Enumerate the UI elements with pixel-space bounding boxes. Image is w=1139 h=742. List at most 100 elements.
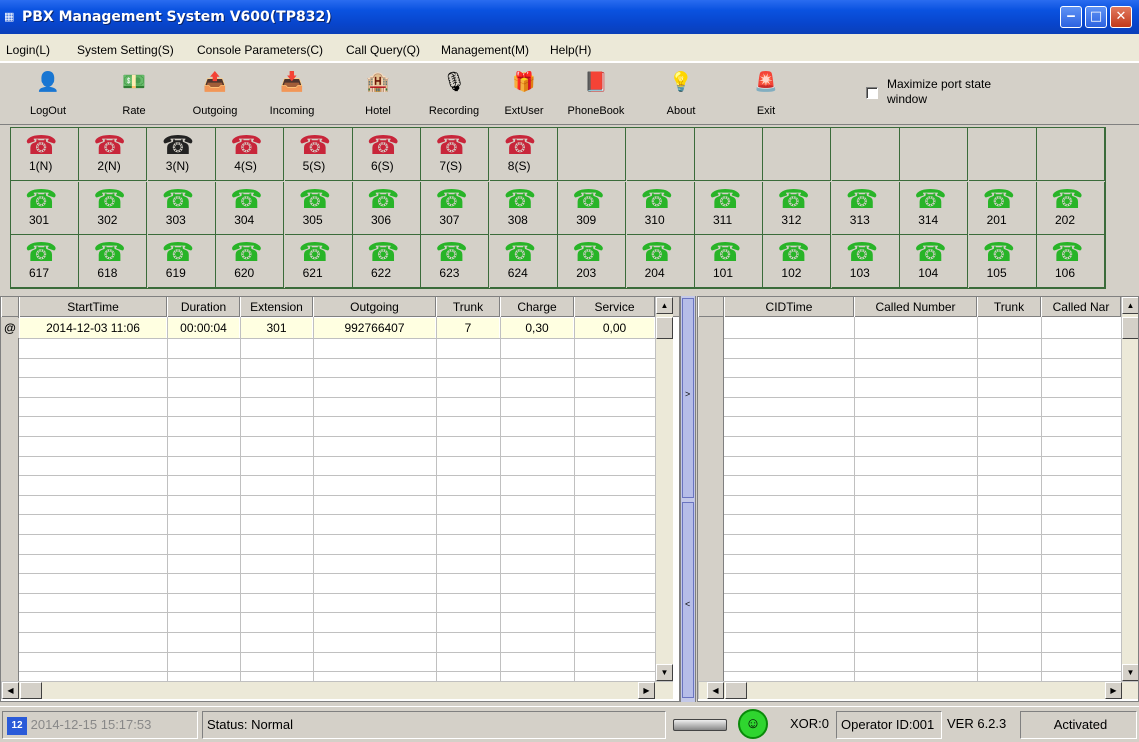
phonebook-button[interactable]: 📕 PhoneBook [561, 67, 631, 123]
outgoing-vscrollbar[interactable]: ▲ ▼ [655, 297, 673, 681]
scroll-right-arrow-icon[interactable]: ▶ [638, 682, 655, 699]
menu-help[interactable]: Help(H) [550, 43, 591, 57]
port-cell[interactable]: ☎ 202 [1037, 181, 1105, 235]
port-cell[interactable]: ☎ 106 [1037, 235, 1105, 288]
port-cell[interactable]: ☎ 618 [79, 235, 148, 288]
port-cell[interactable]: ☎ 624 [489, 235, 558, 288]
maximize-button[interactable]: □ [1085, 6, 1107, 28]
col-trunk[interactable]: Trunk [977, 297, 1041, 317]
port-number: 202 [1055, 212, 1076, 227]
port-cell[interactable]: ☎ 102 [763, 235, 832, 288]
outgoing-hscrollbar[interactable]: ◀ ▶ [1, 681, 673, 699]
port-cell[interactable]: ☎ 103 [831, 235, 900, 288]
menu-system-setting[interactable]: System Setting(S) [77, 43, 174, 57]
hscroll-thumb[interactable] [20, 682, 42, 699]
port-cell[interactable]: ☎ 617 [11, 235, 79, 288]
scroll-thumb[interactable] [1122, 317, 1138, 339]
port-number: 204 [644, 266, 665, 280]
port-cell[interactable]: ☎ 305 [284, 181, 353, 235]
recording-button[interactable]: 🎙 Recording [422, 67, 486, 123]
close-button[interactable]: ✕ [1110, 6, 1132, 28]
scroll-down-arrow-icon[interactable]: ▼ [1122, 664, 1138, 681]
col-charge[interactable]: Charge [500, 297, 574, 317]
port-cell[interactable]: ☎ 304 [216, 181, 285, 235]
incoming-button[interactable]: 📥 Incoming [264, 67, 320, 123]
port-cell[interactable]: ☎ 104 [900, 235, 969, 288]
port-cell[interactable]: ☎ 203 [558, 235, 627, 288]
logout-button[interactable]: 👤 LogOut [28, 67, 68, 123]
col-duration[interactable]: Duration [167, 297, 240, 317]
phone-icon: ☎ [93, 183, 126, 214]
extuser-button[interactable]: 🎁 ExtUser [496, 67, 552, 123]
scroll-down-arrow-icon[interactable]: ▼ [656, 664, 673, 681]
port-cell[interactable]: ☎ 4(S) [216, 128, 285, 181]
port-cell[interactable]: ☎ 623 [421, 235, 490, 288]
col-called-name[interactable]: Called Nar [1041, 297, 1121, 317]
port-cell[interactable]: ☎ 306 [353, 181, 421, 235]
port-cell[interactable]: ☎ 5(S) [284, 128, 353, 181]
outgoing-button[interactable]: 📤 Outgoing [190, 67, 240, 123]
menu-console-parameters[interactable]: Console Parameters(C) [197, 43, 323, 57]
port-cell[interactable]: ☎ 621 [284, 235, 353, 288]
col-extension[interactable]: Extension [240, 297, 313, 317]
port-cell[interactable]: ☎ 619 [147, 235, 216, 288]
port-cell[interactable]: ☎ 303 [147, 181, 216, 235]
scroll-up-arrow-icon[interactable]: ▲ [1122, 297, 1138, 314]
port-cell[interactable]: ☎ 311 [695, 181, 763, 235]
hscroll-thumb[interactable] [725, 682, 747, 699]
grid-row-line [1, 436, 655, 437]
port-cell[interactable]: ☎ 6(S) [353, 128, 421, 181]
phone-icon: ☎ [777, 237, 810, 267]
grid-col-line [500, 317, 501, 681]
port-cell[interactable]: ☎ 312 [763, 181, 832, 235]
hotel-button[interactable]: 🏨 Hotel [358, 67, 398, 123]
port-cell[interactable]: ☎ 314 [900, 181, 969, 235]
port-cell[interactable]: ☎ 622 [353, 235, 421, 288]
about-button[interactable]: 💡 About [656, 67, 706, 123]
port-cell[interactable]: ☎ 308 [489, 181, 558, 235]
port-cell[interactable]: ☎ 8(S) [489, 128, 558, 181]
scroll-left-arrow-icon[interactable]: ◀ [707, 682, 724, 699]
minimize-button[interactable]: ‒ [1060, 6, 1082, 28]
incoming-vscrollbar[interactable]: ▲ ▼ [1121, 297, 1138, 681]
splitter-bottom[interactable]: < [682, 502, 694, 698]
port-cell[interactable]: ☎ 201 [968, 181, 1037, 235]
col-trunk[interactable]: Trunk [436, 297, 500, 317]
port-cell[interactable]: ☎ 204 [626, 235, 695, 288]
col-outgoing[interactable]: Outgoing [313, 297, 436, 317]
menu-call-query[interactable]: Call Query(Q) [346, 43, 420, 57]
menu-login[interactable]: Login(L) [6, 43, 50, 57]
maximize-port-checkbox[interactable] [866, 87, 878, 99]
col-service[interactable]: Service [574, 297, 655, 317]
menu-management[interactable]: Management(M) [441, 43, 529, 57]
col-starttime[interactable]: StartTime [19, 297, 167, 317]
exit-button[interactable]: 🚨 Exit [746, 67, 786, 123]
port-cell[interactable]: ☎ 301 [11, 181, 79, 235]
col-cidtime[interactable]: CIDTime [724, 297, 854, 317]
port-cell[interactable]: ☎ 310 [626, 181, 695, 235]
port-cell[interactable]: ☎ 307 [421, 181, 490, 235]
col-called-number[interactable]: Called Number [854, 297, 977, 317]
port-cell[interactable]: ☎ 2(N) [79, 128, 148, 181]
splitter-top[interactable]: > [682, 298, 694, 498]
scroll-up-arrow-icon[interactable]: ▲ [656, 297, 673, 314]
phone-icon: ☎ [640, 237, 673, 267]
incoming-hscrollbar[interactable]: ◀ ▶ [698, 681, 1138, 699]
port-cell[interactable]: ☎ 302 [79, 181, 148, 235]
panel-splitter[interactable]: > < [680, 296, 696, 702]
port-cell[interactable]: ☎ 3(N) [147, 128, 216, 181]
phone-icon: ☎ [503, 237, 537, 267]
port-cell[interactable]: ☎ 309 [558, 181, 627, 235]
rate-button[interactable]: 💵 Rate [114, 67, 154, 123]
port-cell[interactable]: ☎ 313 [831, 181, 900, 235]
scroll-right-arrow-icon[interactable]: ▶ [1105, 682, 1122, 699]
grid-row-line [698, 612, 1121, 614]
port-cell[interactable]: ☎ 105 [968, 235, 1037, 288]
port-number: 1(N) [29, 159, 53, 173]
port-cell[interactable]: ☎ 1(N) [11, 128, 79, 181]
port-cell[interactable]: ☎ 7(S) [421, 128, 490, 181]
scroll-left-arrow-icon[interactable]: ◀ [2, 682, 19, 699]
port-cell[interactable]: ☎ 620 [216, 235, 285, 288]
scroll-thumb[interactable] [656, 317, 673, 339]
port-cell[interactable]: ☎ 101 [695, 235, 763, 288]
